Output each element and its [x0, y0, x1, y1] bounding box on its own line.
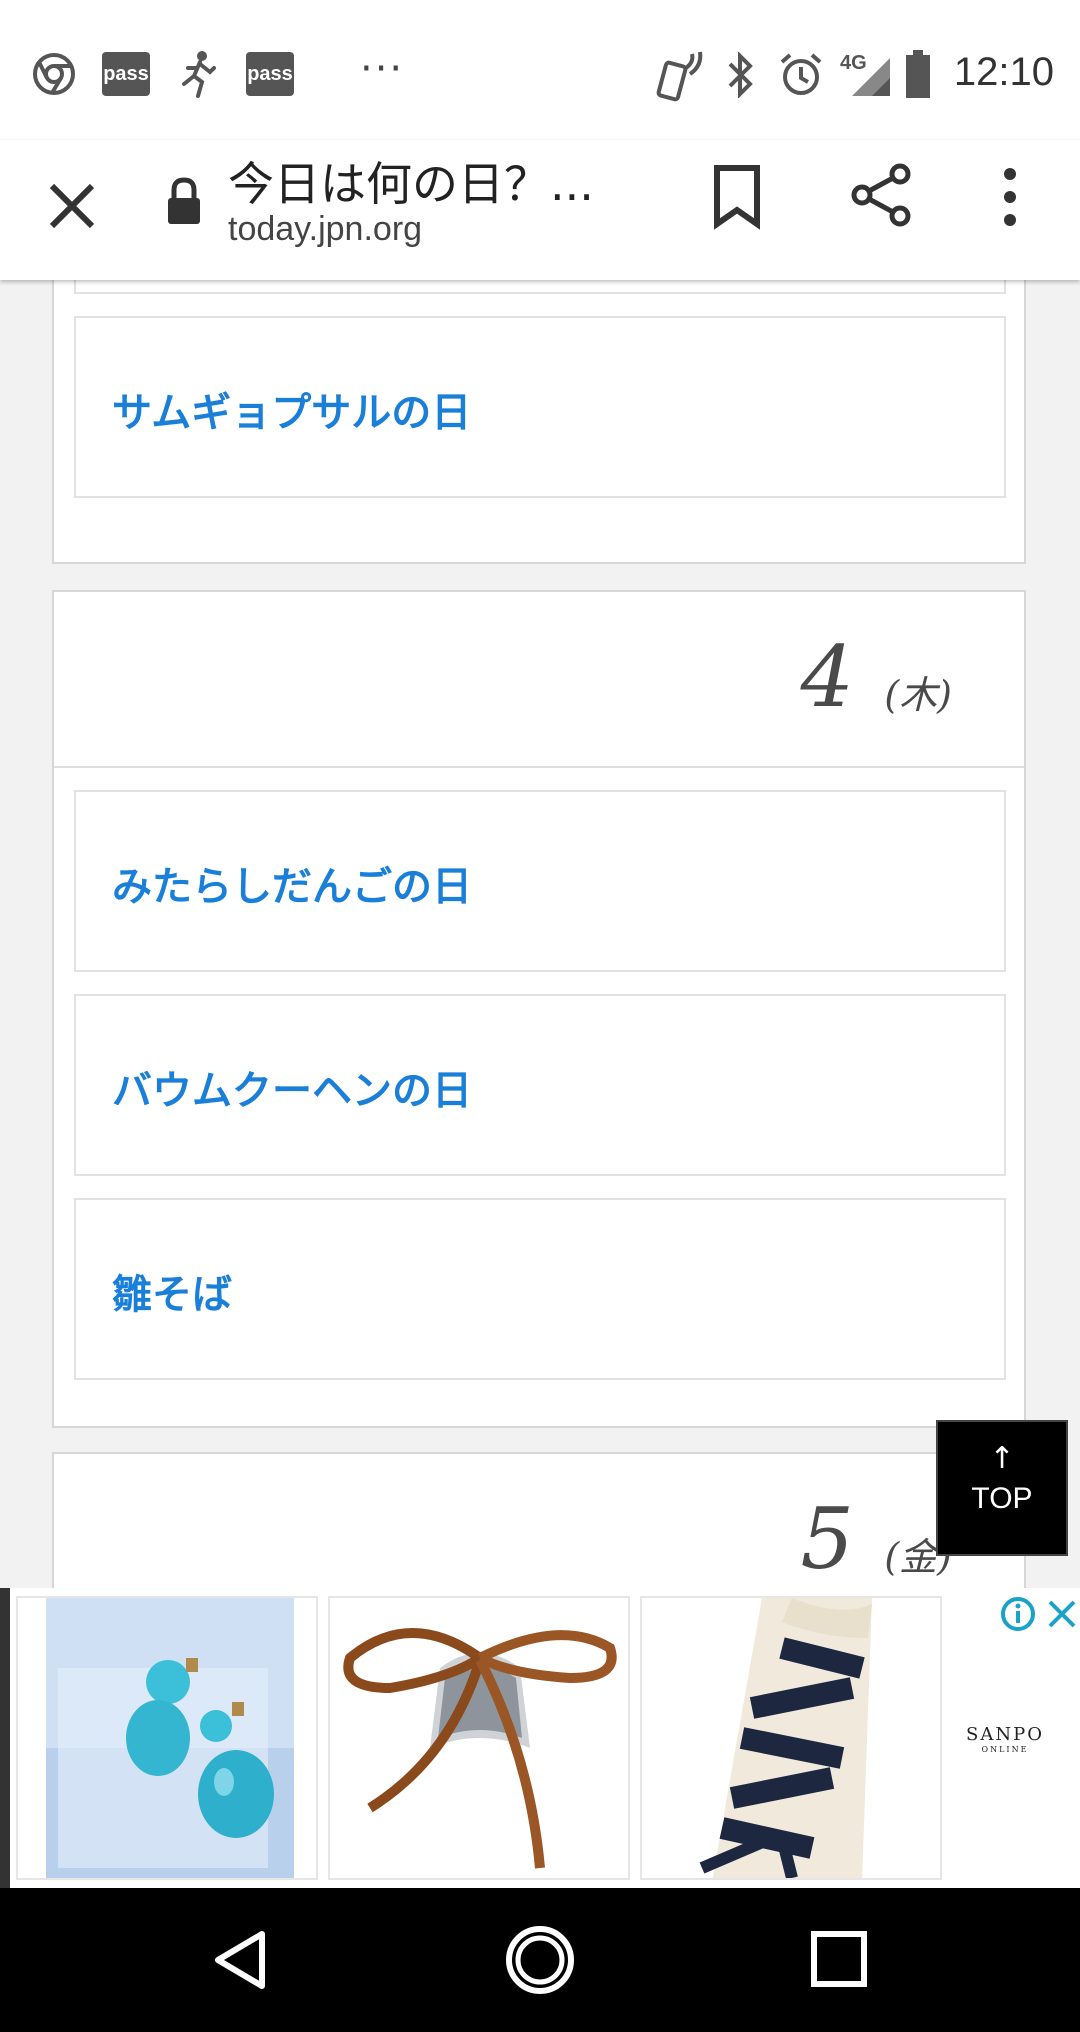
running-icon: [182, 51, 216, 98]
ad-product-bangle[interactable]: [328, 1596, 630, 1880]
status-bar: pass pass ··· 4G 12:10: [0, 0, 1080, 140]
ad-brand-logo: SANPO ONLINE: [966, 1724, 1044, 1754]
anniversary-link[interactable]: 雛そば: [112, 1262, 232, 1320]
close-icon[interactable]: [44, 178, 100, 234]
bookmark-icon[interactable]: [712, 164, 762, 230]
recents-icon[interactable]: [810, 1930, 868, 1988]
list-item: [74, 280, 1006, 294]
pass-icon: pass: [246, 52, 294, 96]
list-item[interactable]: サムギョプサルの日: [74, 316, 1006, 498]
ad-brand-sub: ONLINE: [981, 1745, 1029, 1754]
anniversary-link[interactable]: バウムクーヘンの日: [112, 1058, 472, 1116]
bluetooth-icon: [728, 52, 753, 98]
more-vert-icon[interactable]: [998, 164, 1022, 230]
back-icon[interactable]: [210, 1928, 274, 1992]
home-icon[interactable]: [504, 1924, 576, 1996]
day-card: 4 (木) みたらしだんごの日 バウムクーヘンの日 雛そば: [52, 590, 1026, 1428]
share-icon[interactable]: [850, 162, 912, 228]
day-header: 5 (金): [54, 1454, 1024, 1590]
notification-overflow: ···: [360, 46, 405, 92]
list-item[interactable]: バウムクーヘンの日: [74, 994, 1006, 1176]
ad-close-icon[interactable]: [1046, 1596, 1078, 1632]
day-header: 4 (木): [54, 592, 1024, 768]
ad-brand-name: SANPO: [966, 1724, 1044, 1745]
chrome-icon: [33, 53, 75, 95]
signal-icon: [852, 58, 890, 96]
alarm-icon: [780, 53, 822, 95]
day-number: 4: [800, 628, 854, 726]
list-item[interactable]: みたらしだんごの日: [74, 790, 1006, 972]
pass-icon: pass: [102, 52, 150, 96]
day-card: 5 (金): [52, 1452, 1026, 1590]
page-content: サムギョプサルの日 4 (木) みたらしだんごの日 バウムクーヘンの日 雛そば …: [0, 280, 1080, 1590]
anniversary-link[interactable]: サムギョプサルの日: [112, 380, 471, 438]
custom-tab-toolbar: 今日は何の日？... today.jpn.org: [0, 140, 1080, 280]
napkin-with-ribbon-image: [642, 1598, 940, 1878]
page-title: 今日は何の日？...: [228, 157, 594, 211]
bangle-with-ribbon-image: [330, 1598, 628, 1878]
anniversary-link[interactable]: みたらしだんごの日: [112, 854, 472, 912]
battery-icon: [906, 50, 930, 98]
system-nav-bar: [0, 1888, 1080, 2032]
day-number: 5: [800, 1490, 854, 1588]
nfc-phone-icon: [656, 51, 703, 102]
arrow-up-icon: ↑: [989, 1441, 1015, 1476]
lock-icon: [168, 177, 200, 224]
ad-product-napkin[interactable]: [640, 1596, 942, 1880]
earrings-image: [46, 1598, 294, 1878]
day-card: サムギョプサルの日: [52, 280, 1026, 564]
ad-edge: [0, 1588, 10, 1888]
ad-product-earrings[interactable]: [16, 1596, 318, 1880]
page-url[interactable]: today.jpn.org: [228, 210, 422, 249]
ad-banner[interactable]: SANPO ONLINE: [0, 1588, 1080, 1888]
clock: 12:10: [953, 50, 1054, 94]
scroll-top-button[interactable]: ↑ TOP: [936, 1420, 1068, 1556]
list-item[interactable]: 雛そば: [74, 1198, 1006, 1380]
scroll-top-label: TOP: [971, 1482, 1033, 1515]
weekday-label: (木): [884, 673, 952, 717]
ad-info-icon[interactable]: [1000, 1596, 1036, 1632]
